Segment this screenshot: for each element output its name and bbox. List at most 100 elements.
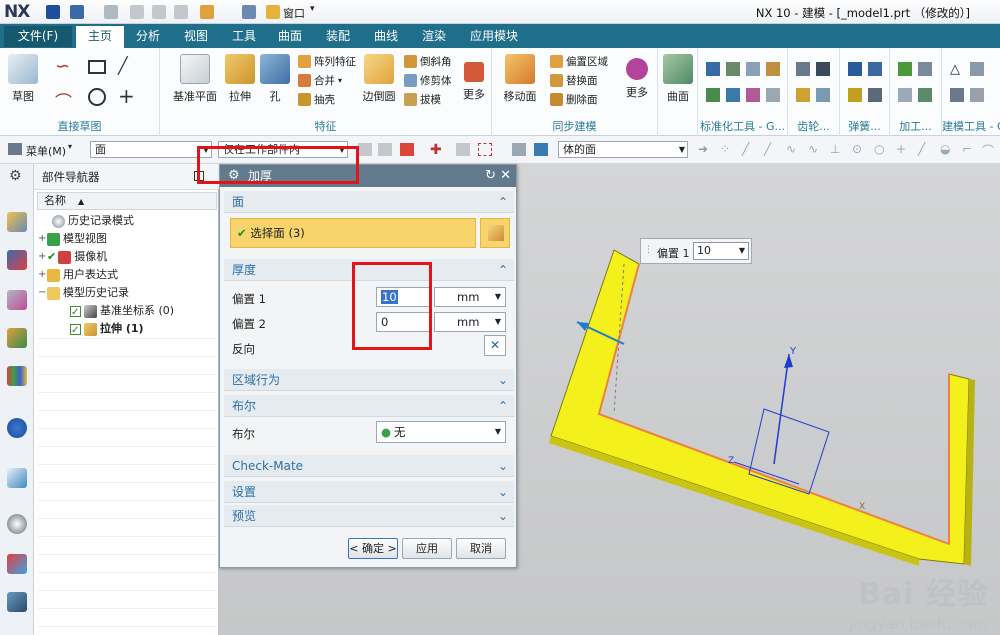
reuse-library-icon[interactable]	[7, 366, 27, 386]
box-select-icon[interactable]	[478, 143, 492, 156]
edge-blend-button[interactable]: 边倒圆	[360, 54, 398, 104]
machining-tool-icon[interactable]	[898, 88, 912, 102]
chamfer-button[interactable]: 倒斜角	[404, 54, 452, 69]
visibility-checkbox[interactable]	[70, 322, 81, 340]
tab-application[interactable]: 应用模块	[464, 24, 524, 48]
modeling-tool-icon[interactable]	[970, 88, 984, 102]
spring-tool-icon[interactable]	[848, 88, 862, 102]
face-rule-select[interactable]: 体的面 ▼	[558, 141, 688, 158]
ok-button[interactable]: < 确定 >	[348, 538, 398, 559]
part-navigator-icon[interactable]	[7, 212, 27, 232]
point-icon[interactable]: +	[118, 84, 135, 108]
snap-tool-icon[interactable]: ⌒	[982, 142, 994, 159]
section-settings[interactable]: 设置 ⌄	[224, 481, 514, 503]
snap-line-icon[interactable]: ╱	[764, 142, 771, 156]
window-icon[interactable]	[266, 5, 280, 19]
spline-icon[interactable]: ∽	[55, 56, 70, 77]
tab-file[interactable]: 文件(F)	[4, 26, 72, 47]
menu-button[interactable]: 菜单(M)	[26, 143, 66, 159]
offset-region-button[interactable]: 偏置区域	[550, 54, 608, 69]
cut-icon[interactable]	[130, 5, 144, 19]
repeat-command-icon[interactable]	[200, 5, 214, 19]
web-browser-icon[interactable]	[7, 468, 27, 488]
std-tool-icon[interactable]	[726, 88, 740, 102]
datum-plane-button[interactable]: 基准平面	[170, 54, 220, 104]
expand-icon[interactable]: +	[38, 230, 47, 248]
selection-tool-icon[interactable]	[456, 143, 470, 156]
tree-item-extrude[interactable]: 拉伸 (1)	[38, 320, 216, 340]
gear-tool-icon[interactable]	[796, 88, 810, 102]
draft-button[interactable]: 拔模	[404, 92, 441, 107]
replace-face-button[interactable]: 替换面	[550, 73, 598, 88]
std-tool-icon[interactable]	[706, 88, 720, 102]
expand-icon[interactable]: +	[38, 248, 47, 266]
section-boolean[interactable]: 布尔 ⌃	[224, 395, 514, 417]
snap-line-icon[interactable]: ╱	[742, 142, 749, 156]
snap-circle-icon[interactable]: ○	[874, 142, 884, 156]
surface-button[interactable]: 曲面	[662, 54, 694, 104]
spring-tool-icon[interactable]	[848, 62, 862, 76]
tab-curve[interactable]: 曲线	[366, 24, 406, 48]
window-menu[interactable]: 窗口	[283, 5, 305, 21]
collapse-icon[interactable]: −	[38, 284, 47, 302]
unite-button[interactable]: 合并 ▾	[298, 73, 342, 88]
tree-item-cameras[interactable]: + ✔ 摄像机	[38, 248, 216, 266]
snap-point-icon[interactable]: ⁘	[720, 142, 730, 156]
tree-item-model-views[interactable]: + 模型视图	[38, 230, 216, 248]
gear-tool-icon[interactable]	[796, 62, 810, 76]
section-region-behavior[interactable]: 区域行为 ⌄	[224, 369, 514, 391]
close-icon[interactable]: ✕	[500, 165, 511, 187]
info-icon[interactable]	[7, 418, 27, 438]
tab-view[interactable]: 视图	[176, 24, 216, 48]
tree-item-model-history[interactable]: − 模型历史记录	[38, 284, 216, 302]
machining-tool-icon[interactable]	[898, 62, 912, 76]
floating-offset-input[interactable]: ⋮ 偏置 1 10 ▼	[640, 238, 752, 264]
tree-item-history-mode[interactable]: 历史记录模式	[38, 212, 216, 230]
chevron-down-icon[interactable]: ▾	[310, 4, 315, 14]
arc-icon[interactable]: ⌒	[55, 88, 72, 113]
floating-offset-field[interactable]: 10 ▼	[693, 242, 749, 260]
snap-line-icon[interactable]: ╱	[918, 142, 925, 156]
selection-tool-icon[interactable]	[512, 143, 526, 156]
trim-body-button[interactable]: 修剪体	[404, 73, 452, 88]
column-header-name[interactable]: 名称 ▲	[37, 192, 217, 210]
gear-tool-icon[interactable]	[816, 62, 830, 76]
tree-item-datum-csys[interactable]: 基准坐标系 (0)	[38, 302, 216, 322]
line-icon[interactable]: ╱	[118, 56, 128, 75]
machining-tool-icon[interactable]	[918, 62, 932, 76]
face-selector-icon[interactable]	[480, 218, 510, 248]
snap-curve-icon[interactable]: ∿	[808, 142, 818, 156]
boolean-select[interactable]: ● 无 ▼	[376, 421, 506, 443]
modeling-tool-icon[interactable]	[950, 88, 964, 102]
spring-tool-icon[interactable]	[868, 88, 882, 102]
system-scene-icon[interactable]	[7, 592, 27, 612]
gear-tool-icon[interactable]	[816, 88, 830, 102]
section-preview[interactable]: 预览 ⌄	[224, 505, 514, 527]
crosshair-icon[interactable]: ✚	[430, 142, 442, 158]
machining-tool-icon[interactable]	[918, 88, 932, 102]
drag-handle-icon[interactable]: ⋮	[644, 245, 653, 255]
more-sync-button[interactable]: 更多	[622, 58, 652, 100]
expand-icon[interactable]: +	[38, 266, 47, 284]
hole-button[interactable]: 孔	[260, 54, 290, 104]
undo-icon[interactable]	[70, 5, 84, 19]
std-tool-icon[interactable]	[746, 88, 760, 102]
assembly-navigator-icon[interactable]	[7, 250, 27, 270]
spring-tool-icon[interactable]	[868, 62, 882, 76]
shell-button[interactable]: 抽壳	[298, 92, 335, 107]
arrow-right-icon[interactable]: ➜	[698, 142, 708, 156]
tab-home[interactable]: 主页	[76, 26, 124, 48]
section-check-mate[interactable]: Check-Mate ⌄	[224, 455, 514, 477]
touch-mode-icon[interactable]	[242, 5, 256, 19]
save-icon[interactable]	[46, 5, 60, 19]
offset1-unit-select[interactable]: mm ▼	[434, 287, 506, 307]
offset2-unit-select[interactable]: mm ▼	[434, 312, 506, 332]
snap-curve-icon[interactable]: ∿	[786, 142, 796, 156]
paste-icon[interactable]	[174, 5, 188, 19]
snap-tool-icon[interactable]: ⌐	[962, 142, 972, 156]
type-filter-select[interactable]: 面 ▼	[90, 141, 212, 158]
std-tool-icon[interactable]	[766, 88, 780, 102]
move-face-button[interactable]: 移动面	[498, 54, 542, 104]
std-tool-icon[interactable]	[746, 62, 760, 76]
snap-perpendicular-icon[interactable]: ⊥	[830, 142, 840, 156]
